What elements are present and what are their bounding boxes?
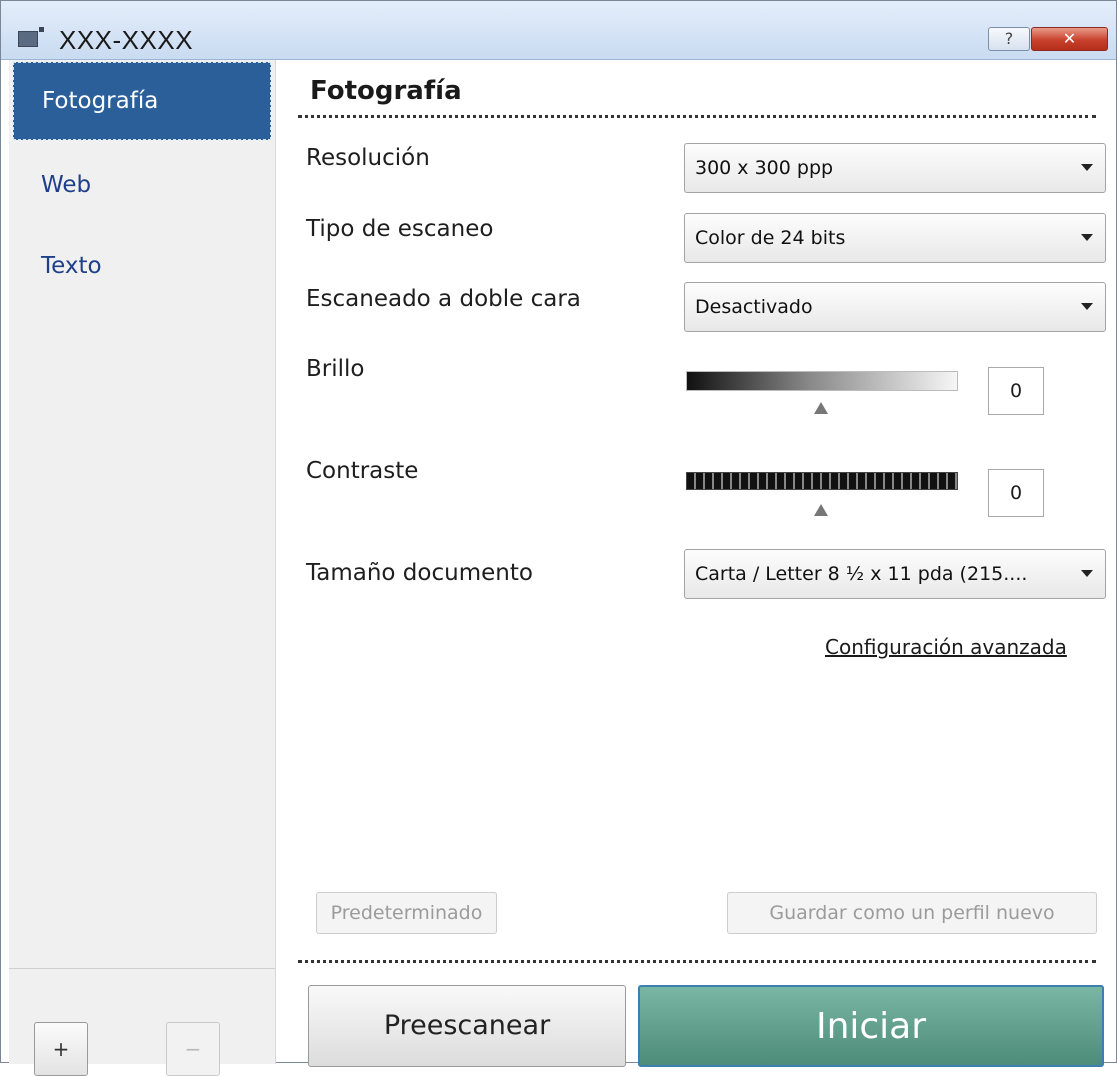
- add-profile-button[interactable]: +: [34, 1022, 88, 1076]
- chevron-down-icon: [1081, 303, 1093, 310]
- sidebar-item-web[interactable]: Web: [13, 146, 271, 224]
- sidebar-divider: [9, 968, 275, 969]
- sidebar-item-label: Texto: [41, 253, 102, 279]
- duplex-select[interactable]: Desactivado: [684, 282, 1106, 332]
- contrast-input[interactable]: 0: [988, 469, 1044, 517]
- help-button[interactable]: ?: [988, 27, 1030, 51]
- chevron-down-icon: [1081, 570, 1093, 577]
- section-divider: [298, 115, 1096, 118]
- scan-settings-window: XXX-XXXX ? ✕ Fotografía Web Texto + − Fo…: [0, 0, 1117, 1076]
- profile-sidebar: Fotografía Web Texto + −: [9, 60, 276, 1076]
- resolution-value: 300 x 300 ppp: [695, 157, 834, 179]
- sidebar-item-label: Web: [41, 172, 92, 198]
- doc-size-value: Carta / Letter 8 ½ x 11 pda (215....: [695, 563, 1028, 585]
- contrast-slider-thumb[interactable]: [814, 504, 828, 516]
- sidebar-item-texto[interactable]: Texto: [13, 227, 271, 305]
- start-button[interactable]: Iniciar: [638, 985, 1104, 1067]
- doc-size-label: Tamaño documento: [306, 560, 533, 586]
- scan-type-select[interactable]: Color de 24 bits: [684, 213, 1106, 263]
- chevron-down-icon: [1081, 234, 1093, 241]
- resolution-label: Resolución: [306, 145, 430, 171]
- window-title: XXX-XXXX: [59, 25, 194, 55]
- close-button[interactable]: ✕: [1031, 27, 1108, 51]
- settings-panel: Fotografía Resolución 300 x 300 ppp Tipo…: [276, 60, 1116, 1067]
- duplex-label: Escaneado a doble cara: [306, 286, 581, 312]
- sidebar-item-fotografia[interactable]: Fotografía: [13, 62, 271, 140]
- brightness-label: Brillo: [306, 356, 365, 382]
- duplex-value: Desactivado: [695, 296, 813, 318]
- chevron-down-icon: [1081, 164, 1093, 171]
- footer-divider: [298, 960, 1096, 963]
- brightness-slider-thumb[interactable]: [814, 402, 828, 414]
- save-profile-button[interactable]: Guardar como un perfil nuevo: [727, 892, 1097, 934]
- default-button[interactable]: Predeterminado: [316, 892, 497, 934]
- scan-type-label: Tipo de escaneo: [306, 216, 494, 242]
- sidebar-item-label: Fotografía: [42, 88, 159, 114]
- title-bar: XXX-XXXX ? ✕: [1, 1, 1116, 60]
- remove-profile-button[interactable]: −: [166, 1022, 220, 1076]
- resolution-select[interactable]: 300 x 300 ppp: [684, 143, 1106, 193]
- brightness-input[interactable]: 0: [988, 367, 1044, 415]
- app-icon: [18, 27, 44, 47]
- doc-size-select[interactable]: Carta / Letter 8 ½ x 11 pda (215....: [684, 549, 1106, 599]
- brightness-slider-track[interactable]: [686, 371, 958, 391]
- section-title: Fotografía: [310, 76, 462, 106]
- scan-type-value: Color de 24 bits: [695, 227, 846, 249]
- contrast-slider-track[interactable]: [686, 472, 958, 490]
- contrast-label: Contraste: [306, 458, 419, 484]
- advanced-settings-link[interactable]: Configuración avanzada: [825, 635, 1067, 659]
- prescan-button[interactable]: Preescanear: [308, 985, 626, 1067]
